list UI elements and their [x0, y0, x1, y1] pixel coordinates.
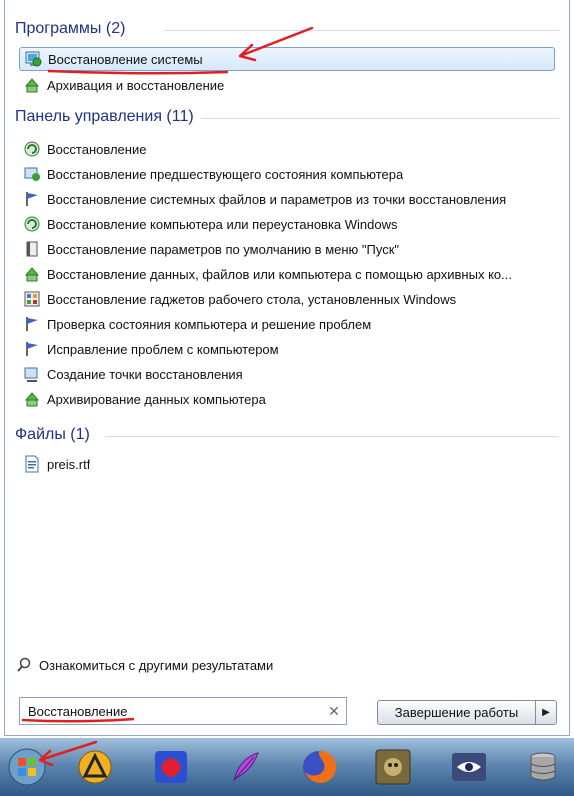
restore-point-icon [23, 165, 41, 183]
file-item-label: preis.rtf [47, 456, 91, 472]
item-label: Архивирование данных компьютера [47, 391, 266, 407]
shutdown-group: Завершение работы ▶ [377, 700, 557, 725]
item-label: Восстановление компьютера или переустано… [47, 216, 398, 232]
control-panel-item[interactable]: Создание точки восстановления [19, 362, 555, 386]
system-icon [23, 365, 41, 383]
recovery-icon [23, 215, 41, 233]
eye-icon[interactable] [446, 744, 492, 790]
divider [163, 30, 559, 31]
control-panel-item[interactable]: Проверка состояния компьютера и решение … [19, 312, 555, 336]
control-panel-item[interactable]: Восстановление компьютера или переустано… [19, 212, 555, 236]
archicad-icon[interactable] [72, 744, 118, 790]
start-orb-icon[interactable] [4, 744, 50, 790]
system-restore-icon [24, 50, 42, 68]
start-menu: Программы (2) Восстановление системы Арх… [4, 0, 570, 736]
item-label: Проверка состояния компьютера и решение … [47, 316, 372, 332]
search-input-value: Восстановление [28, 703, 128, 719]
backup-restore-icon [23, 76, 41, 94]
item-label: Восстановление системных файлов и параме… [47, 191, 507, 207]
programs-header: Программы (2) [15, 20, 126, 37]
control-panel-item[interactable]: Восстановление данных, файлов или компью… [19, 262, 555, 286]
item-label: Восстановление данных, файлов или компью… [47, 266, 512, 282]
files-header: Файлы (1) [15, 426, 90, 443]
item-label: Восстановление гаджетов рабочего стола, … [47, 291, 457, 307]
backup-restore-icon [23, 265, 41, 283]
control-panel-item[interactable]: Восстановление параметров по умолчанию в… [19, 237, 555, 261]
shutdown-button[interactable]: Завершение работы [377, 700, 536, 725]
taskbar-settings-icon [23, 240, 41, 258]
program-item-label: Архивация и восстановление [47, 77, 225, 93]
item-label: Восстановление [47, 141, 147, 157]
item-label: Создание точки восстановления [47, 366, 243, 382]
control-panel-item[interactable]: Восстановление предшествующего состояния… [19, 162, 555, 186]
item-label: Исправление проблем с компьютером [47, 341, 279, 357]
divider [201, 118, 559, 119]
rtf-document-icon [23, 455, 41, 473]
flag-icon [23, 315, 41, 333]
more-results-link[interactable]: Ознакомиться с другими результатами [15, 656, 273, 674]
file-item[interactable]: preis.rtf [19, 452, 555, 476]
database-icon[interactable] [520, 744, 566, 790]
control-panel-item[interactable]: Восстановление системных файлов и параме… [19, 187, 555, 211]
control-panel-item[interactable]: Исправление проблем с компьютером [19, 337, 555, 361]
chevron-right-icon: ▶ [542, 707, 550, 718]
clear-search-icon[interactable]: ✕ [322, 703, 346, 720]
search-input[interactable]: Восстановление ✕ [19, 697, 347, 725]
paint-splash-icon[interactable] [148, 744, 194, 790]
program-item-label: Восстановление системы [48, 51, 203, 67]
item-label: Восстановление параметров по умолчанию в… [47, 241, 400, 257]
flag-icon [23, 190, 41, 208]
taskbar [0, 738, 574, 796]
more-results-label: Ознакомиться с другими результатами [39, 657, 274, 673]
control-panel-item[interactable]: Восстановление гаджетов рабочего стола, … [19, 287, 555, 311]
flag-icon [23, 340, 41, 358]
recovery-icon [23, 140, 41, 158]
control-panel-item[interactable]: Восстановление [19, 137, 555, 161]
search-icon [15, 656, 33, 674]
control-panel-item[interactable]: Архивирование данных компьютера [19, 387, 555, 411]
program-item-backup-restore[interactable]: Архивация и восстановление [19, 73, 555, 97]
item-label: Восстановление предшествующего состояния… [47, 166, 404, 182]
gadgets-icon [23, 290, 41, 308]
program-item-system-restore[interactable]: Восстановление системы [19, 47, 555, 71]
control-panel-header: Панель управления (11) [15, 108, 194, 125]
divider [105, 436, 559, 437]
shutdown-options-button[interactable]: ▶ [536, 700, 557, 725]
quill-icon[interactable] [222, 744, 268, 790]
firefox-icon[interactable] [296, 744, 342, 790]
game-icon[interactable] [370, 744, 416, 790]
backup-restore-icon [23, 390, 41, 408]
